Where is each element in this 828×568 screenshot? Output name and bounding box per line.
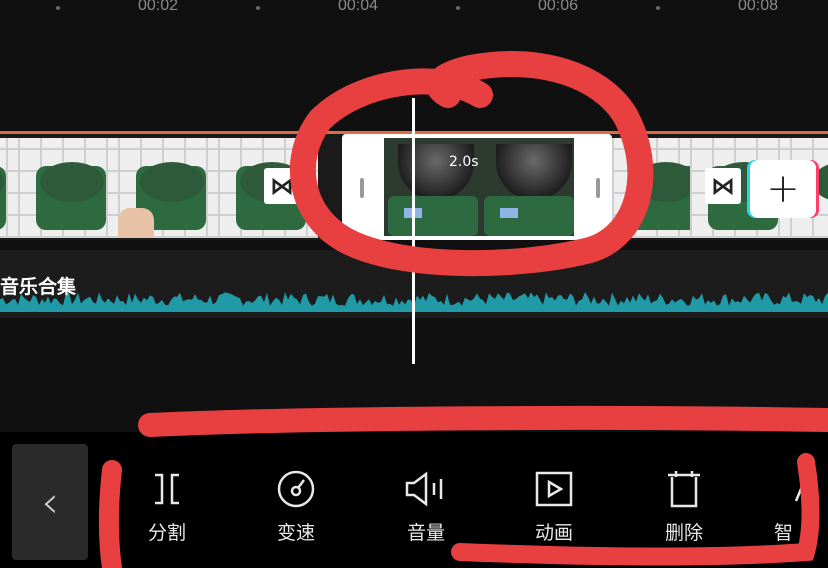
add-clip-button[interactable]: + — [750, 160, 816, 218]
ruler-dot — [456, 6, 460, 10]
ruler-dot — [656, 6, 660, 10]
speed-label: 变速 — [276, 522, 315, 544]
clip-thumbnail[interactable] — [118, 138, 218, 238]
smart-icon — [794, 476, 808, 502]
delete-icon — [668, 471, 700, 508]
animation-label: 动画 — [534, 522, 573, 544]
timeline-ruler[interactable]: 00:02 00:04 00:06 00:08 — [0, 0, 828, 28]
animation-button[interactable]: 动画 — [514, 466, 594, 545]
ruler-label: 00:06 — [537, 0, 579, 14]
back-button[interactable]: ‹ — [12, 444, 88, 560]
delete-label: 删除 — [664, 522, 703, 544]
delete-button[interactable]: 删除 — [644, 466, 724, 545]
clip-thumbnail[interactable] — [0, 138, 18, 238]
chevron-left-icon: ‹ — [41, 476, 59, 528]
playhead[interactable] — [412, 98, 415, 364]
ruler-dot — [256, 6, 260, 10]
ruler-label: 00:02 — [137, 0, 179, 14]
speed-icon — [277, 470, 315, 508]
split-button[interactable]: 分割 — [127, 466, 207, 545]
selected-clip[interactable] — [342, 134, 612, 240]
ruler-dot — [56, 6, 60, 10]
smart-label: 智 — [774, 522, 794, 544]
animation-icon — [535, 471, 573, 507]
split-label: 分割 — [147, 522, 186, 544]
trim-handle-right[interactable] — [596, 178, 600, 198]
bowtie-icon[interactable]: ⋈ — [705, 168, 741, 204]
split-icon — [155, 473, 179, 505]
audio-track-label: 音乐合集 — [0, 276, 77, 298]
plus-icon: + — [766, 166, 800, 212]
ruler-label: 00:08 — [737, 0, 779, 14]
smart-button[interactable]: 智 — [770, 466, 828, 545]
clip-duration-label: 2.0s — [449, 154, 479, 170]
clip-thumbnail[interactable] — [18, 138, 118, 238]
volume-icon — [405, 471, 443, 507]
ruler-label: 00:04 — [337, 0, 379, 14]
volume-button[interactable]: 音量 — [386, 466, 466, 545]
bowtie-icon[interactable]: ⋈ — [264, 168, 300, 204]
volume-label: 音量 — [406, 522, 445, 544]
trim-handle-left[interactable] — [360, 178, 364, 198]
speed-button[interactable]: 变速 — [256, 466, 336, 545]
